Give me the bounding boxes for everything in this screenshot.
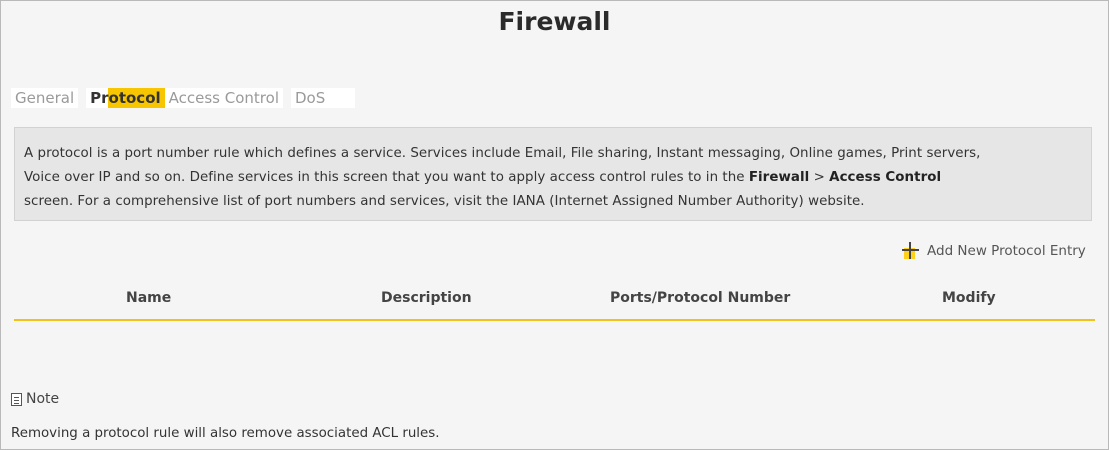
note-heading: Note xyxy=(11,391,59,407)
info-line-2: Voice over IP and so on. Define services… xyxy=(24,166,1081,190)
column-header-description: Description xyxy=(381,290,472,306)
tab-dos[interactable]: DoS xyxy=(291,88,329,108)
firewall-panel: Firewall General Protocol Access Control… xyxy=(0,0,1109,450)
column-header-name: Name xyxy=(126,290,172,306)
access-control-link-text: Access Control xyxy=(829,170,942,185)
tab-protocol[interactable]: Protocol xyxy=(86,88,165,108)
column-header-modify: Modify xyxy=(942,290,996,306)
info-line-3: screen. For a comprehensive list of port… xyxy=(24,194,865,209)
tab-separator xyxy=(282,88,291,108)
plus-icon xyxy=(901,241,921,261)
tab-protocol-label: Protocol xyxy=(86,88,165,108)
protocol-table-header: Name Description Ports/Protocol Number M… xyxy=(14,282,1095,321)
note-heading-label: Note xyxy=(26,391,60,407)
add-new-protocol-entry-button[interactable]: Add New Protocol Entry xyxy=(901,241,1086,261)
protocol-description-box: A protocol is a port number rule which d… xyxy=(14,127,1092,221)
breadcrumb-separator: > xyxy=(809,170,830,185)
tab-access-control[interactable]: Access Control xyxy=(165,88,283,108)
note-text: Removing a protocol rule will also remov… xyxy=(11,426,440,441)
tab-general[interactable]: General xyxy=(11,88,78,108)
page-title: Firewall xyxy=(498,7,611,36)
firewall-link-text: Firewall xyxy=(748,170,810,185)
document-icon xyxy=(11,392,22,406)
tab-separator xyxy=(78,88,87,108)
add-new-protocol-entry-label: Add New Protocol Entry xyxy=(927,243,1086,259)
tab-bar: General Protocol Access Control DoS xyxy=(11,88,356,108)
column-header-ports-protocol-number: Ports/Protocol Number xyxy=(610,290,791,306)
info-line-2-text: Voice over IP and so on. Define services… xyxy=(24,170,749,185)
info-line-1: A protocol is a port number rule which d… xyxy=(24,146,981,161)
